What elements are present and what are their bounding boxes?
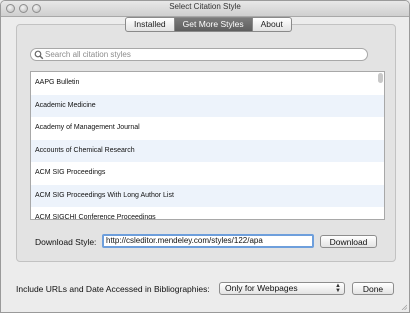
tab-bar: Installed Get More Styles About bbox=[125, 17, 292, 32]
resize-grip-icon[interactable] bbox=[401, 304, 407, 310]
download-button[interactable]: Download bbox=[320, 235, 377, 248]
tab-get-more-styles[interactable]: Get More Styles bbox=[174, 18, 253, 31]
select-value: Only for Webpages bbox=[225, 283, 298, 293]
list-item[interactable]: Accounts of Chemical Research bbox=[31, 139, 384, 162]
download-url-field[interactable]: http://csleditor.mendeley.com/styles/122… bbox=[102, 234, 314, 248]
styles-list[interactable]: AAPG Bulletin Academic Medicine Academy … bbox=[30, 71, 385, 220]
done-button[interactable]: Done bbox=[352, 282, 394, 295]
list-item[interactable]: ACM SIG Proceedings With Long Author Lis… bbox=[31, 184, 384, 207]
search-input[interactable]: Search all citation styles bbox=[30, 48, 368, 61]
updown-arrows-icon: ▲ ▼ bbox=[335, 283, 341, 294]
bibliography-urls-label: Include URLs and Date Accessed in Biblio… bbox=[16, 284, 210, 294]
list-item[interactable]: AAPG Bulletin bbox=[31, 72, 384, 95]
list-item[interactable]: Academy of Management Journal bbox=[31, 117, 384, 140]
download-style-label: Download Style: bbox=[35, 237, 97, 247]
list-scrollbar[interactable] bbox=[378, 73, 383, 83]
tab-installed[interactable]: Installed bbox=[126, 18, 175, 31]
list-item[interactable]: ACM SIGCHI Conference Proceedings bbox=[31, 207, 384, 219]
list-item[interactable]: ACM SIG Proceedings bbox=[31, 162, 384, 185]
window-title: Select Citation Style bbox=[169, 2, 241, 11]
search-icon bbox=[34, 50, 44, 60]
search-placeholder: Search all citation styles bbox=[45, 50, 131, 59]
tab-about[interactable]: About bbox=[253, 18, 291, 31]
bibliography-urls-select[interactable]: Only for Webpages ▲ ▼ bbox=[219, 282, 345, 295]
title-bar: Select Citation Style bbox=[1, 1, 409, 17]
list-item[interactable]: Academic Medicine bbox=[31, 94, 384, 117]
dialog-window: Select Citation Style Installed Get More… bbox=[0, 0, 410, 313]
